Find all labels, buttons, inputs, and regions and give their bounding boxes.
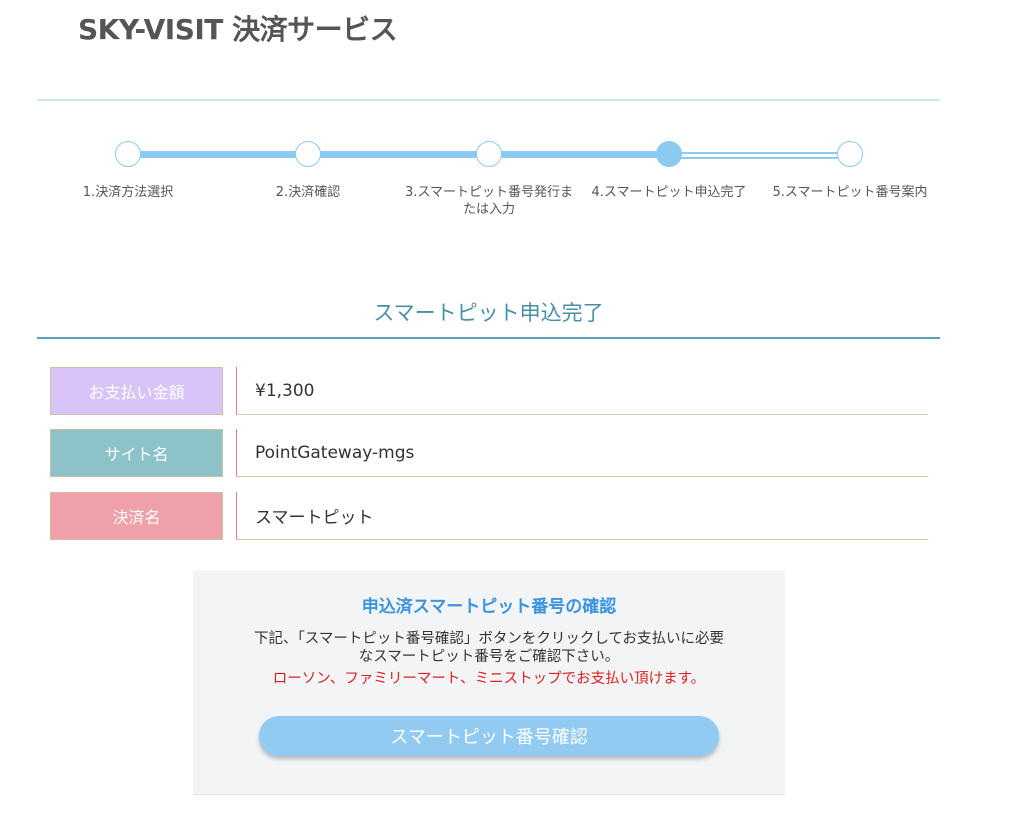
progress-line-completed (128, 151, 669, 158)
info-row-payment: 決済名 スマートピット (50, 492, 928, 542)
store-note: ローソン、ファミリーマート、ミニストップでお支払い頂けます。 (272, 671, 706, 687)
confirm-description-line-2: なスマートピット番号をご確認下さい。 (358, 649, 620, 665)
confirm-description: 下記、「スマートピット番号確認」ボタンをクリックしてお支払いに必要 なスマートピ… (193, 630, 785, 666)
step-5-label: 5.スマートピット番号案内 (772, 185, 928, 200)
step-1-label: 1.決済方法選択 (82, 185, 174, 200)
step-3-marker (476, 141, 502, 167)
payment-name-value: スマートピット (236, 492, 928, 540)
payment-name-label: 決済名 (50, 492, 223, 540)
site-name-value: PointGateway-mgs (236, 429, 928, 477)
header-divider (37, 99, 940, 101)
info-row-amount: お支払い金額 ¥1,300 (50, 367, 928, 417)
amount-value: ¥1,300 (236, 367, 928, 415)
site-title: SKY-VISIT 決済サービス (78, 13, 398, 46)
step-2-marker (295, 141, 321, 167)
amount-label: お支払い金額 (50, 367, 223, 415)
site-name-label: サイト名 (50, 429, 223, 477)
section-title: スマートピット申込完了 (373, 301, 604, 325)
section-divider (37, 337, 940, 339)
step-4-marker-current (656, 141, 682, 167)
smartpit-number-confirm-button[interactable]: スマートピット番号確認 (259, 716, 719, 756)
confirm-description-line-1: 下記、「スマートピット番号確認」ボタンをクリックしてお支払いに必要 (254, 631, 724, 647)
confirm-title: 申込済スマートピット番号の確認 (361, 597, 617, 617)
step-3-label: 3.スマートピット番号発行または入力 (404, 185, 573, 217)
step-5-marker (837, 141, 863, 167)
info-row-site: サイト名 PointGateway-mgs (50, 429, 928, 479)
step-4-label: 4.スマートピット申込完了 (591, 185, 747, 200)
page: SKY-VISIT 決済サービス 1.決済方法選択 2.決済確認 3.スマートピ… (0, 0, 1024, 829)
progress-line-remaining (669, 152, 851, 159)
step-2-label: 2.決済確認 (275, 185, 341, 200)
step-1-marker (115, 141, 141, 167)
confirm-panel: 申込済スマートピット番号の確認 下記、「スマートピット番号確認」ボタンをクリック… (193, 570, 785, 795)
